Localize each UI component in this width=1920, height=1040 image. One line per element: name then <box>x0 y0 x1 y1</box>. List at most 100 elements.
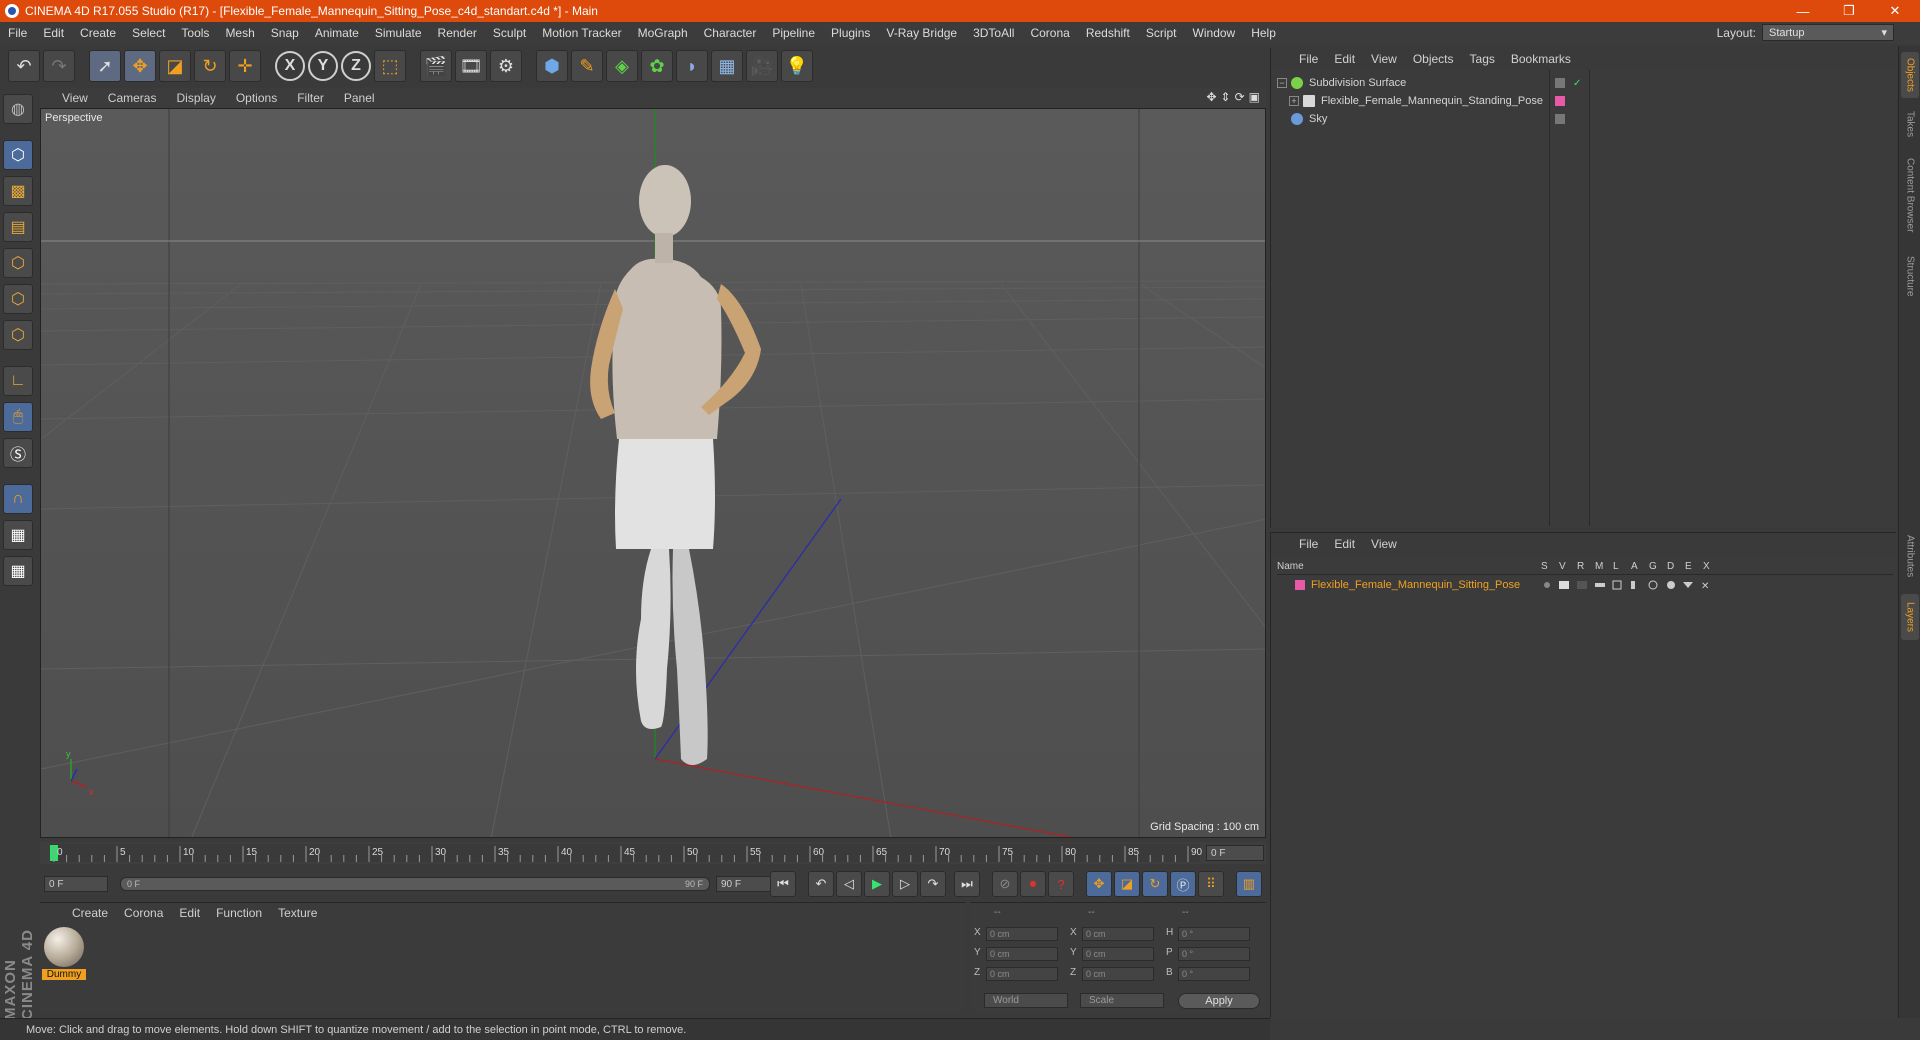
menu-window[interactable]: Window <box>1185 26 1244 40</box>
rotate-tool-button[interactable]: ↻ <box>194 50 226 82</box>
tab-takes[interactable]: Takes <box>1901 104 1919 144</box>
next-frame-button[interactable]: ▷ <box>892 871 918 897</box>
previous-frame-button[interactable]: ◁ <box>836 871 862 897</box>
key-scale-button[interactable]: ◪ <box>1114 871 1140 897</box>
make-editable-button[interactable]: ◍ <box>3 94 33 124</box>
menu-corona[interactable]: Corona <box>1022 26 1077 40</box>
layer-color-swatch[interactable] <box>1295 580 1305 590</box>
cloner-button[interactable]: ✿ <box>641 50 673 82</box>
polygons-mode-button[interactable]: ⬡ <box>3 320 33 350</box>
record-active-objects-button[interactable]: ⏺ <box>1020 871 1046 897</box>
menu-render[interactable]: Render <box>430 26 485 40</box>
object-row-mannequin[interactable]: + Flexible_Female_Mannequin_Standing_Pos… <box>1289 92 1543 110</box>
tab-structure[interactable]: Structure <box>1901 246 1919 306</box>
menu-edit[interactable]: Edit <box>35 26 72 40</box>
x-axis-lock-button[interactable]: X <box>275 51 305 81</box>
close-button[interactable]: ✕ <box>1872 0 1918 22</box>
objects-menu-tags[interactable]: Tags <box>1462 52 1503 66</box>
menu-file[interactable]: File <box>0 26 35 40</box>
perspective-viewport[interactable]: y x Perspective Grid Spacing : 100 cm <box>40 108 1266 838</box>
tab-objects[interactable]: Objects <box>1901 52 1919 98</box>
layer-tag-icon[interactable] <box>1555 114 1565 124</box>
go-to-end-button[interactable]: ⏭ <box>954 871 980 897</box>
collapse-icon[interactable]: − <box>1277 78 1287 88</box>
texture-mode-button[interactable]: ▩ <box>3 176 33 206</box>
axis-mode-button[interactable]: ∟ <box>3 366 33 396</box>
recent-tool-button[interactable]: ✛ <box>229 50 261 82</box>
planar-workplane-button[interactable]: ▦ <box>3 556 33 586</box>
key-rotation-button[interactable]: ↻ <box>1142 871 1168 897</box>
layout-dropdown[interactable]: Startup ▾ <box>1762 24 1894 41</box>
coordinate-space-dropdown[interactable]: World <box>984 993 1068 1008</box>
menu-script[interactable]: Script <box>1138 26 1185 40</box>
object-row-sky[interactable]: Sky <box>1277 110 1327 128</box>
coordinate-system-button[interactable]: ⬚ <box>374 50 406 82</box>
menu-character[interactable]: Character <box>696 26 765 40</box>
objects-menu-bookmarks[interactable]: Bookmarks <box>1503 52 1579 66</box>
layer-toggle-icons[interactable]: ✕ <box>1543 577 1733 593</box>
render-view-button[interactable]: 🎬 <box>420 50 452 82</box>
maximize-button[interactable]: ❐ <box>1826 0 1872 22</box>
layer-tag-icon[interactable] <box>1555 78 1565 88</box>
edges-mode-button[interactable]: ⬡ <box>3 284 33 314</box>
objects-menu-file[interactable]: File <box>1291 52 1326 66</box>
key-position-button[interactable]: ✥ <box>1086 871 1112 897</box>
undo-button[interactable]: ↶ <box>8 50 40 82</box>
subdivision-surface-button[interactable]: ◈ <box>606 50 638 82</box>
scale-tool-button[interactable]: ◪ <box>159 50 191 82</box>
menu-mograph[interactable]: MoGraph <box>630 26 696 40</box>
snap-button[interactable]: ∩ <box>3 484 33 514</box>
light-object-button[interactable]: 💡 <box>781 50 813 82</box>
orbit-icon[interactable]: ⟳ <box>1235 90 1245 104</box>
rotation-h-field[interactable]: 0 ° <box>1178 927 1250 941</box>
next-key-button[interactable]: ↷ <box>920 871 946 897</box>
workplane-lock-button[interactable]: ▦ <box>3 520 33 550</box>
menu-snap[interactable]: Snap <box>263 26 307 40</box>
pen-spline-button[interactable]: ✎ <box>571 50 603 82</box>
menu-motion-tracker[interactable]: Motion Tracker <box>534 26 629 40</box>
viewport-menu-options[interactable]: Options <box>226 91 287 105</box>
material-menu-corona[interactable]: Corona <box>116 906 171 920</box>
viewport-menu-cameras[interactable]: Cameras <box>98 91 167 105</box>
workplane-mode-button[interactable]: ▤ <box>3 212 33 242</box>
points-mode-button[interactable]: ⬡ <box>3 248 33 278</box>
position-y-field[interactable]: 0 cm <box>986 947 1058 961</box>
viewport-menu-filter[interactable]: Filter <box>287 91 334 105</box>
apply-button[interactable]: Apply <box>1178 993 1260 1009</box>
tab-layers[interactable]: Layers <box>1901 594 1919 640</box>
preview-range-slider[interactable]: 0 F 90 F <box>120 877 710 891</box>
size-x-field[interactable]: 0 cm <box>1082 927 1154 941</box>
go-to-start-button[interactable]: ⏮ <box>770 871 796 897</box>
layer-color-icon[interactable] <box>1555 96 1565 106</box>
viewport-menu-display[interactable]: Display <box>166 91 225 105</box>
menu-pipeline[interactable]: Pipeline <box>764 26 823 40</box>
autokeying-button[interactable]: ? <box>1048 871 1074 897</box>
material-menu-function[interactable]: Function <box>208 906 270 920</box>
zoom-icon[interactable]: ⇕ <box>1221 90 1231 104</box>
menu-create[interactable]: Create <box>72 26 124 40</box>
redo-button[interactable]: ↷ <box>43 50 75 82</box>
key-parameter-button[interactable]: Ⓟ <box>1170 871 1196 897</box>
menu-tools[interactable]: Tools <box>173 26 217 40</box>
position-x-field[interactable]: 0 cm <box>986 927 1058 941</box>
menu-select[interactable]: Select <box>124 26 173 40</box>
menu-vray-bridge[interactable]: V-Ray Bridge <box>878 26 965 40</box>
live-selection-button[interactable]: ➚ <box>89 50 121 82</box>
expand-icon[interactable]: + <box>1289 96 1299 106</box>
current-frame-field[interactable]: 0 F <box>1206 845 1264 861</box>
previous-key-button[interactable]: ↶ <box>808 871 834 897</box>
menu-plugins[interactable]: Plugins <box>823 26 878 40</box>
camera-object-button[interactable]: 🎥 <box>746 50 778 82</box>
pan-icon[interactable]: ✥ <box>1206 90 1216 104</box>
rotation-b-field[interactable]: 0 ° <box>1178 967 1250 981</box>
timeline-window-button[interactable]: ▥ <box>1236 871 1262 897</box>
size-z-field[interactable]: 0 cm <box>1082 967 1154 981</box>
menu-help[interactable]: Help <box>1243 26 1284 40</box>
timeline-ruler[interactable]: 0 5 10 15 20 25 30 35 40 45 50 55 60 65 70 75 80 85 90 0 F <box>40 842 1266 864</box>
tab-content-browser[interactable]: Content Browser <box>1901 150 1919 240</box>
enabled-check-icon[interactable]: ✓ <box>1573 78 1583 89</box>
record-keys-disabled-button[interactable]: ⊘ <box>992 871 1018 897</box>
menu-mesh[interactable]: Mesh <box>217 26 262 40</box>
render-settings-button[interactable]: ⚙ <box>490 50 522 82</box>
viewport-menu-panel[interactable]: Panel <box>334 91 385 105</box>
